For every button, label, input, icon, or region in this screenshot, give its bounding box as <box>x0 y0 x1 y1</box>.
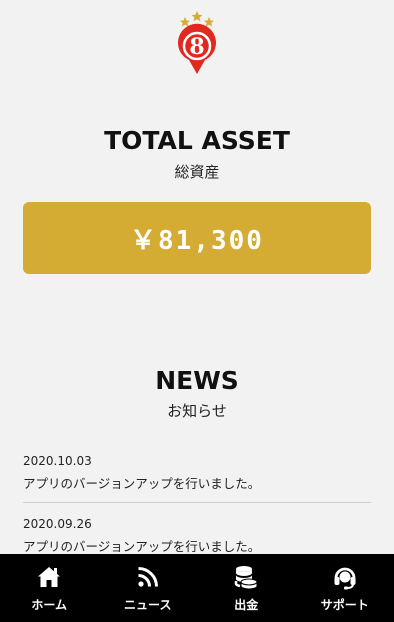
home-icon <box>38 566 61 587</box>
nav-label-withdraw: 出金 <box>234 597 259 612</box>
total-asset-subtitle: 総資産 <box>174 163 220 181</box>
news-item[interactable]: 2020.10.03 アプリのバージョンアップを行いました。 <box>23 448 371 503</box>
news-subtitle: お知らせ <box>167 402 227 420</box>
logo-number: 8 <box>189 34 204 60</box>
nav-item-news[interactable]: ニュース <box>99 554 198 622</box>
bottom-nav: ホーム ニュース 出金 サポート <box>0 554 394 622</box>
nav-label-news: ニュース <box>124 597 172 612</box>
news-text: アプリのバージョンアップを行いました。 <box>23 476 261 491</box>
total-asset-title: TOTAL ASSET <box>104 126 290 155</box>
app-logo: 8 <box>170 8 224 78</box>
news-text: アプリのバージョンアップを行いました。 <box>23 539 261 554</box>
nav-item-withdraw[interactable]: 出金 <box>197 554 296 622</box>
news-list: 2020.10.03 アプリのバージョンアップを行いました。 2020.09.2… <box>23 448 371 566</box>
total-asset-value: ￥81,300 <box>130 225 264 256</box>
coins-icon <box>235 565 258 589</box>
nav-item-support[interactable]: サポート <box>296 554 394 622</box>
total-asset-box: ￥81,300 <box>23 202 371 274</box>
headset-icon <box>334 567 356 589</box>
nav-label-support: サポート <box>320 597 369 612</box>
rss-icon <box>135 564 160 589</box>
nav-label-home: ホーム <box>31 597 68 612</box>
news-date: 2020.10.03 <box>23 454 92 468</box>
news-date: 2020.09.26 <box>23 517 92 531</box>
nav-item-home[interactable]: ホーム <box>0 554 99 622</box>
news-title: NEWS <box>155 366 239 395</box>
